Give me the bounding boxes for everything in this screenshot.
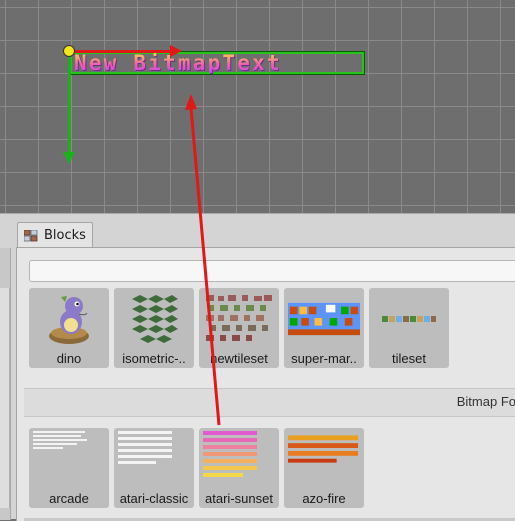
block-name: tileset xyxy=(392,351,426,366)
block-tile-tileset[interactable]: tileset xyxy=(369,288,449,368)
block-tile-isometric[interactable]: isometric-.. xyxy=(114,288,194,368)
block-tile-atari-classic[interactable]: atari-classic xyxy=(114,428,194,508)
atari-sunset-font-thumbnail-icon xyxy=(203,431,275,487)
block-row-tilesets: dino isometric-.. newtileset super-mar..… xyxy=(29,288,449,368)
tileset-thumbnail-icon xyxy=(203,291,275,347)
block-name: dino xyxy=(56,351,82,366)
block-name: atari-classic xyxy=(119,491,189,506)
blocks-panel-area: Blocks dino isometric-.. newtileset supe… xyxy=(0,213,515,521)
block-tile-super-mario[interactable]: super-mar.. xyxy=(284,288,364,368)
block-name: newtileset xyxy=(210,351,268,366)
gizmo-x-axis[interactable] xyxy=(70,50,174,53)
block-tile-atari-sunset[interactable]: atari-sunset xyxy=(199,428,279,508)
section-header-bitmap-fonts[interactable]: Bitmap Fo xyxy=(24,388,515,417)
azo-fire-font-thumbnail-icon xyxy=(288,431,360,491)
small-tileset-thumbnail-icon xyxy=(373,291,445,347)
gizmo-y-arrow-icon[interactable] xyxy=(63,152,75,164)
block-tile-arcade[interactable]: arcade xyxy=(29,428,109,508)
blocks-icon xyxy=(24,229,38,241)
isometric-tiles-thumbnail-icon xyxy=(118,291,190,347)
bitmap-text-object[interactable]: New BitmapText xyxy=(69,51,365,75)
block-row-bitmap-fonts: arcade atari-classic atari-sunset azo-fi… xyxy=(29,428,364,508)
scene-canvas[interactable]: New BitmapText xyxy=(0,0,515,213)
block-name: arcade xyxy=(49,491,89,506)
left-panel-edge xyxy=(0,248,11,520)
tab-blocks[interactable]: Blocks xyxy=(17,222,93,248)
search-input[interactable] xyxy=(29,260,515,282)
tab-blocks-label: Blocks xyxy=(44,228,86,243)
block-tile-azo-fire[interactable]: azo-fire xyxy=(284,428,364,508)
arcade-font-thumbnail-icon xyxy=(33,431,105,487)
section-title: Bitmap Fo xyxy=(456,394,515,409)
blocks-panel-body: dino isometric-.. newtileset super-mar..… xyxy=(16,247,515,521)
block-name: isometric-.. xyxy=(122,351,186,366)
gizmo-x-arrow-icon[interactable] xyxy=(170,45,182,57)
gizmo-origin-handle[interactable] xyxy=(63,45,75,57)
atari-classic-font-thumbnail-icon xyxy=(118,431,190,487)
block-tile-newtileset[interactable]: newtileset xyxy=(199,288,279,368)
gizmo-y-axis[interactable] xyxy=(68,55,71,155)
block-name: azo-fire xyxy=(302,491,346,506)
block-name: atari-sunset xyxy=(205,491,273,506)
mario-tiles-thumbnail-icon xyxy=(288,291,360,347)
dino-thumbnail-icon xyxy=(33,291,105,347)
block-tile-dino[interactable]: dino xyxy=(29,288,109,368)
block-name: super-mar.. xyxy=(291,351,357,366)
